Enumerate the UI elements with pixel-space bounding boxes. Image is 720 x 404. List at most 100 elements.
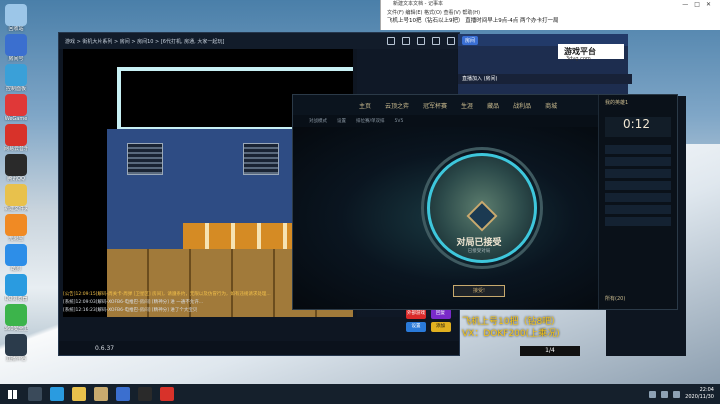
app-icon[interactable] [160,387,174,401]
taskbar: 22:04 2020/11/30 [0,384,720,404]
notepad-text[interactable]: 飞机上号10把（钻石以上9把） 直播时间早上9点-4点 两个办卡打一局 [381,17,720,26]
lol-icon[interactable] [94,387,108,401]
desktop-icon[interactable]: 网易云音乐 [4,124,28,153]
nav-clash[interactable]: 冠军杯赛 [423,101,447,110]
lol-social-panel: 我的英雄1 0:12 所有(20) [598,95,677,309]
volume-icon[interactable] [432,37,440,45]
username[interactable]: 我的英雄1 [605,99,671,106]
app-icon [5,304,27,326]
nav-profile[interactable]: 生涯 [461,101,473,110]
clock[interactable]: 22:04 2020/11/30 [685,387,714,401]
stream-bar: 直播加入 (房间) [458,74,632,84]
game-toolbar[interactable] [387,37,455,45]
system-tray: 22:04 2020/11/30 [649,387,720,401]
desktop-icon-label: 360安全卫士 [4,326,28,332]
desktop-icon-label: 网易云音乐 [4,146,28,152]
desktop-icon-label: 回收站 [8,26,24,32]
overlay-line: 飞机上号10把（钻8吧） [462,317,561,327]
stream-site: 3dvg.com [566,56,591,62]
game-action-buttons: 外部游戏 回复 设置 添加 [405,307,457,333]
friend-row[interactable] [605,217,671,226]
app-icon [5,64,27,86]
notepad-menu[interactable]: 文件(F) 编辑(E) 格式(O) 查看(V) 帮助(H) [381,9,720,17]
desktop-icon-label: 腾讯QQ [7,176,25,182]
page-indicator[interactable]: 1/4 [520,346,580,356]
friend-row[interactable] [605,169,671,178]
friend-row[interactable] [605,193,671,202]
friend-row[interactable] [605,205,671,214]
friend-row[interactable] [605,145,671,154]
desktop-icon[interactable]: 360安全卫士 [4,304,28,333]
start-button[interactable] [0,384,24,404]
search-icon[interactable] [28,387,42,401]
desktop-icon-label: 直播伴侣 [5,356,26,362]
camera-icon[interactable] [402,37,410,45]
desktop-icon[interactable]: WeGame [4,94,28,123]
sub-settings[interactable]: 设置 [337,118,346,124]
app-icon [5,334,27,356]
friend-row[interactable] [605,181,671,190]
desktop-icon-label: 房间号 [8,56,24,62]
game-sprite-vent [243,143,279,175]
gear-icon[interactable] [417,37,425,45]
clock-date: 2020/11/30 [685,394,714,400]
stream-tab[interactable]: 房间 [462,35,479,45]
app-icon [5,154,27,176]
friend-count: 所有(20) [605,296,626,302]
desktop-icon[interactable]: 腾讯QQ [4,154,28,183]
app-icon [5,244,27,266]
desktop-icon-label: QQ浏览器 [4,296,28,302]
volume-icon[interactable] [661,390,669,398]
nav-collection[interactable]: 藏品 [487,101,499,110]
timer-value: 0:12 [623,117,650,131]
app-icon [5,94,27,116]
notepad-window[interactable]: 新建文本文档 - 记事本 —□✕ 文件(F) 编辑(E) 格式(O) 查看(V)… [380,0,720,30]
desktop-icon[interactable]: 新建文件夹 [4,184,28,213]
stream-window[interactable]: 房间 游戏平台 3dvg.com 直播加入 (房间) [458,34,632,94]
nav-loot[interactable]: 战利品 [513,101,531,110]
folder-icon[interactable] [72,387,86,401]
version-label: 0.6.37 [95,344,115,352]
signal-icon[interactable] [387,37,395,45]
browser-icon[interactable] [50,387,64,401]
add-button[interactable]: 添加 [430,322,451,332]
desktop-icon-label: 控制面板 [5,86,26,92]
network-icon[interactable] [649,390,657,398]
desktop-icon[interactable]: 无限宝 [4,214,28,243]
external-game-button[interactable]: 外部游戏 [406,309,426,319]
desktop-icon[interactable]: 直播伴侣 [4,334,28,363]
ime-icon[interactable] [673,390,681,398]
overlay-line: VX：DOKF200(上乘况) [462,329,560,339]
breadcrumb[interactable]: 游戏 > 街机大片系列 > 房间 > 房间10 > [6代打机, 房通, 大家一… [59,38,224,45]
accept-button[interactable]: 接受! [453,285,505,297]
desktop-icon[interactable]: QQ浏览器 [4,274,28,303]
match-found-stage: 对局已接受 已接受对局 接受! [293,127,599,309]
desktop-icon[interactable]: 房间号 [4,34,28,63]
app-icon [5,214,27,236]
desktop-icon[interactable]: 酷狗 [4,244,28,273]
app-icon[interactable] [138,387,152,401]
match-accepted-subtitle: 已接受对局 [467,249,491,254]
clock-time: 22:04 [699,387,714,393]
nav-store[interactable]: 商城 [545,101,557,110]
sub-mode[interactable]: 对战模式 [309,118,327,124]
notepad-title: 新建文本文档 - 记事本 [393,1,443,7]
desktop-icon-label: WeGame [4,116,28,122]
nav-tft[interactable]: 云顶之弈 [385,101,409,110]
sub-queue[interactable]: 排位赛/单双排 [356,118,385,124]
desktop-icon[interactable]: 控制面板 [4,64,28,93]
reply-button[interactable]: 回复 [430,309,451,319]
app-icon [5,274,27,296]
app-icon [5,184,27,206]
notepad-window-controls[interactable]: —□✕ [682,1,717,8]
settings-button[interactable]: 设置 [406,322,426,332]
fullscreen-icon[interactable] [447,37,455,45]
desktop-icon-label: 酷狗 [10,266,21,272]
sub-size: 5V5 [394,118,404,124]
desktop-icon-label: 新建文件夹 [4,206,28,212]
nav-home[interactable]: 主页 [359,101,371,110]
friend-row[interactable] [605,157,671,166]
app-icon[interactable] [116,387,130,401]
desktop-icon[interactable]: 回收站 [4,4,28,33]
lol-client-window[interactable]: 主页 云顶之弈 冠军杯赛 生涯 藏品 战利品 商城 对战模式 设置 排位赛/单双… [292,94,678,310]
